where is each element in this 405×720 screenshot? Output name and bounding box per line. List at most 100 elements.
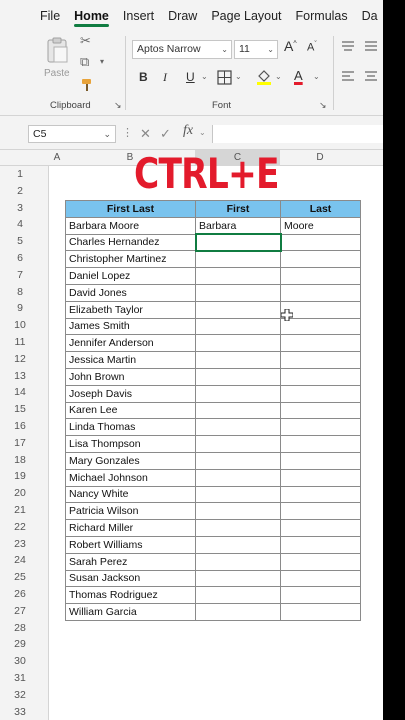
row-header[interactable]: 22	[0, 519, 40, 536]
cell-full-name[interactable]: Sarah Perez	[65, 552, 196, 571]
font-color-button[interactable]: A	[294, 68, 303, 83]
cell-last-name[interactable]	[280, 502, 361, 521]
font-name-select[interactable]: Aptos Narrow ⌄	[132, 40, 232, 59]
cell-full-name[interactable]: Daniel Lopez	[65, 267, 196, 285]
row-header[interactable]: 3	[0, 200, 40, 217]
cell-full-name[interactable]: Linda Thomas	[65, 418, 196, 437]
row-header[interactable]: 30	[0, 653, 40, 670]
cell-first-name[interactable]	[195, 283, 281, 302]
paste-icon[interactable]	[42, 36, 72, 66]
borders-icon[interactable]	[217, 70, 232, 85]
formula-input[interactable]	[212, 125, 383, 143]
cut-icon[interactable]: ✂	[80, 33, 91, 49]
cell-first-name[interactable]	[195, 367, 281, 386]
row-header[interactable]: 20	[0, 485, 40, 502]
row-header[interactable]: 27	[0, 603, 40, 620]
column-header-d[interactable]: D	[280, 150, 360, 166]
tab-data[interactable]: Da	[355, 0, 383, 30]
row-header[interactable]: 25	[0, 569, 40, 586]
cell-full-name[interactable]: Thomas Rodriguez	[65, 586, 196, 605]
row-header[interactable]: 17	[0, 435, 40, 452]
cell-first-name[interactable]	[195, 451, 281, 470]
cell-first-name[interactable]	[194, 233, 282, 252]
fill-color-icon[interactable]	[256, 68, 272, 86]
tab-file[interactable]: File	[0, 0, 67, 30]
cell-first-name[interactable]	[195, 603, 281, 621]
cell-full-name[interactable]: James Smith	[65, 317, 196, 336]
row-header[interactable]: 13	[0, 368, 40, 385]
more-options-icon[interactable]: ⋮	[122, 126, 133, 139]
row-header[interactable]: 29	[0, 636, 40, 653]
row-header[interactable]: 4	[0, 216, 40, 233]
enter-icon[interactable]: ✓	[160, 126, 171, 142]
cell-last-name[interactable]	[280, 552, 361, 571]
cell-first-name[interactable]	[195, 300, 281, 319]
cell-full-name[interactable]: Patricia Wilson	[65, 502, 196, 521]
cell-last-name[interactable]: Moore	[280, 216, 361, 235]
header-first[interactable]: First	[195, 200, 281, 218]
header-last[interactable]: Last	[280, 200, 361, 218]
cell-last-name[interactable]	[280, 233, 361, 252]
cell-full-name[interactable]: Barbara Moore	[65, 216, 196, 235]
cell-first-name[interactable]	[195, 468, 281, 487]
cell-first-name[interactable]	[195, 586, 281, 605]
cell-last-name[interactable]	[280, 569, 361, 588]
row-header[interactable]: 28	[0, 620, 40, 637]
cell-last-name[interactable]	[280, 603, 361, 621]
row-header[interactable]: 18	[0, 452, 40, 469]
cell-full-name[interactable]: Charles Hernandez	[65, 233, 196, 252]
row-header[interactable]: 2	[0, 183, 40, 200]
cell-full-name[interactable]: Lisa Thompson	[65, 435, 196, 453]
insert-function-button[interactable]: fx	[183, 123, 193, 139]
underline-button[interactable]: U	[186, 70, 195, 84]
cell-full-name[interactable]: Robert Williams	[65, 535, 196, 554]
cell-first-name[interactable]	[195, 250, 281, 269]
cell-full-name[interactable]: Christopher Martinez	[65, 250, 196, 269]
cancel-icon[interactable]: ✕	[140, 126, 151, 142]
cell-full-name[interactable]: Susan Jackson	[65, 569, 196, 588]
bold-button[interactable]: B	[139, 70, 148, 84]
font-size-select[interactable]: 11 ⌄	[234, 40, 278, 59]
row-header[interactable]: 1	[0, 166, 40, 183]
cell-full-name[interactable]: Richard Miller	[65, 519, 196, 537]
row-header[interactable]: 21	[0, 502, 40, 519]
name-box[interactable]: C5 ⌄	[28, 125, 116, 143]
cell-first-name[interactable]	[195, 317, 281, 336]
row-header[interactable]: 9	[0, 300, 40, 317]
format-painter-icon[interactable]	[80, 78, 94, 92]
align-left-icon[interactable]	[341, 70, 355, 82]
cell-first-name[interactable]	[195, 569, 281, 588]
cell-full-name[interactable]: Nancy White	[65, 485, 196, 504]
cell-first-name[interactable]	[195, 435, 281, 453]
row-header[interactable]: 15	[0, 401, 40, 418]
cell-full-name[interactable]: Mary Gonzales	[65, 451, 196, 470]
cell-last-name[interactable]	[280, 485, 361, 504]
italic-button[interactable]: I	[163, 70, 167, 85]
align-top-icon[interactable]	[341, 40, 355, 52]
cell-first-name[interactable]	[195, 401, 281, 420]
chevron-down-icon[interactable]: ⌄	[235, 72, 242, 81]
tab-draw[interactable]: Draw	[161, 0, 204, 30]
row-header[interactable]: 5	[0, 233, 40, 250]
cell-last-name[interactable]	[280, 283, 361, 302]
font-launcher-icon[interactable]: ↘	[319, 100, 327, 111]
row-header[interactable]: 14	[0, 384, 40, 401]
cell-full-name[interactable]: John Brown	[65, 367, 196, 386]
row-header[interactable]: 8	[0, 284, 40, 301]
cell-first-name[interactable]	[195, 502, 281, 521]
row-header[interactable]: 32	[0, 687, 40, 704]
cell-first-name[interactable]	[195, 351, 281, 369]
cell-full-name[interactable]: Jessica Martin	[65, 351, 196, 369]
cell-full-name[interactable]: Michael Johnson	[65, 468, 196, 487]
cell-last-name[interactable]	[280, 586, 361, 605]
row-header[interactable]: 24	[0, 552, 40, 569]
cell-first-name[interactable]	[195, 334, 281, 353]
cell-first-name[interactable]	[195, 418, 281, 437]
cell-full-name[interactable]: David Jones	[65, 283, 196, 302]
chevron-down-icon[interactable]: ⌄	[199, 128, 206, 137]
chevron-down-icon[interactable]: ⌄	[313, 72, 320, 81]
row-header[interactable]: 12	[0, 351, 40, 368]
row-header[interactable]: 16	[0, 418, 40, 435]
cell-last-name[interactable]	[280, 250, 361, 269]
row-header[interactable]: 7	[0, 267, 40, 284]
